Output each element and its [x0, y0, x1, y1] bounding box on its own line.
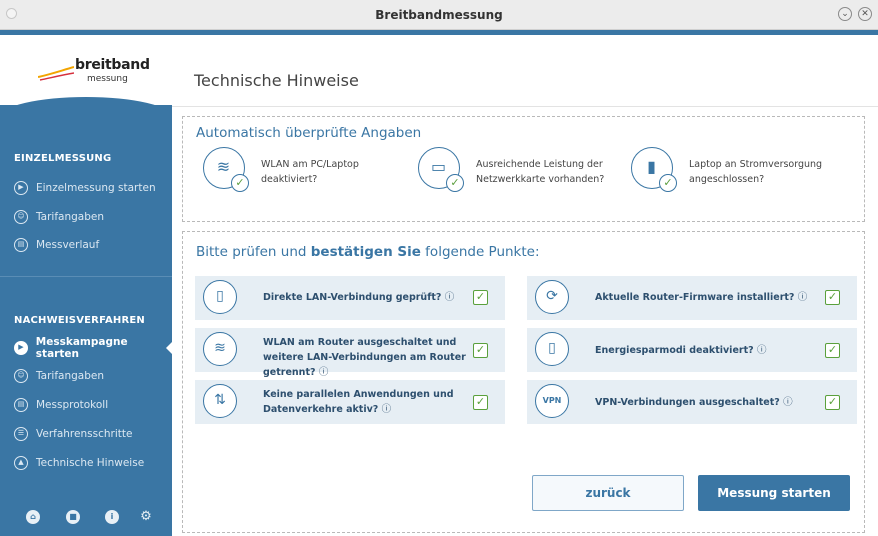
- title-bar: Breitbandmessung ⌄ ✕: [0, 0, 878, 30]
- auto-item-wlan: ≋ ✓ WLAN am PC/Laptop deaktiviert?: [203, 147, 413, 197]
- info-icon[interactable]: ⓘ: [319, 367, 329, 378]
- user-tariff-icon: ☺: [14, 210, 28, 224]
- energy-icon: ▯: [535, 332, 569, 366]
- play-icon: ▶: [14, 341, 28, 355]
- title-divider: [172, 106, 878, 107]
- page-title: Technische Hinweise: [194, 71, 359, 90]
- nav-label: Verfahrensschritte: [36, 428, 133, 440]
- close-button[interactable]: ✕: [858, 7, 872, 21]
- check-row-parallel: ⇅ Keine parallelen Anwendungen und Daten…: [195, 380, 505, 424]
- start-measurement-button[interactable]: Messung starten: [698, 475, 850, 511]
- nav-label: Messprotokoll: [36, 399, 109, 411]
- check-badge-icon: ✓: [446, 174, 464, 192]
- logo-swoosh-icon: [38, 66, 74, 81]
- info-icon[interactable]: ⓘ: [783, 397, 793, 408]
- check-row-lan: ▯ Direkte LAN-Verbindung geprüft? ⓘ ✓: [195, 276, 505, 320]
- logo-subname: messung: [87, 74, 128, 84]
- nav-label: Einzelmessung starten: [36, 182, 156, 194]
- auto-item-text: Laptop an Stromversorgung angeschlossen?: [689, 159, 823, 185]
- window-title: Breitbandmessung: [375, 8, 503, 22]
- check-row-router-wlan: ≋ WLAN am Router ausgeschaltet und weite…: [195, 328, 505, 378]
- home-icon[interactable]: ⌂: [26, 510, 40, 524]
- nav-einzelmessung-starten[interactable]: ▶ Einzelmessung starten: [14, 178, 156, 198]
- confirm-checkbox[interactable]: ✓: [473, 343, 488, 358]
- nav-label: Messverlauf: [36, 239, 100, 251]
- check-row-firmware: ⟳ Aktuelle Router-Firmware installiert? …: [527, 276, 857, 320]
- nav-label: Tarifangaben: [36, 370, 105, 382]
- confirm-heading: Bitte prüfen und bestätigen Sie folgende…: [196, 244, 540, 260]
- check-text: Direkte LAN-Verbindung geprüft? ⓘ: [263, 292, 455, 303]
- nav-label: Technische Hinweise: [36, 457, 145, 469]
- logo-name: breitband: [75, 57, 150, 73]
- nav-tarifangaben-1[interactable]: ☺ Tarifangaben: [14, 207, 104, 227]
- check-row-energy: ▯ Energiesparmodi deaktiviert? ⓘ ✓: [527, 328, 857, 372]
- warning-icon: ▲: [14, 456, 28, 470]
- nav-messprotokoll[interactable]: ▤ Messprotokoll: [14, 395, 108, 415]
- nav-technische-hinweise[interactable]: ▲ Technische Hinweise: [14, 453, 144, 473]
- nav-tarifangaben-2[interactable]: ☺ Tarifangaben: [14, 366, 104, 386]
- main-content: Technische Hinweise Automatisch überprüf…: [172, 35, 878, 536]
- nav-messkampagne-starten[interactable]: ▶ Messkampagne starten: [14, 336, 172, 360]
- steps-icon: ☰: [14, 427, 28, 441]
- confirm-checkbox[interactable]: ✓: [825, 343, 840, 358]
- check-badge-icon: ✓: [659, 174, 677, 192]
- auto-item-netzwerkkarte: ▭ ✓ Ausreichende Leistung der Netzwerkka…: [418, 147, 638, 197]
- folder-icon[interactable]: ■: [66, 510, 80, 524]
- nav-messverlauf[interactable]: ▤ Messverlauf: [14, 235, 99, 255]
- confirm-checkbox[interactable]: ✓: [473, 395, 488, 410]
- sidebar-divider: [0, 276, 172, 277]
- logo-area: breitband messung: [0, 35, 172, 105]
- confirm-checkbox[interactable]: ✓: [473, 290, 488, 305]
- nav-label: Tarifangaben: [36, 211, 105, 223]
- router-icon: ≋: [203, 332, 237, 366]
- check-text: WLAN am Router ausgeschaltet und weitere…: [263, 337, 466, 378]
- lan-cable-icon: ▯: [203, 280, 237, 314]
- app-window: Breitbandmessung ⌄ ✕ breitband messung E…: [0, 0, 878, 536]
- play-icon: ▶: [14, 181, 28, 195]
- check-row-vpn: VPN VPN-Verbindungen ausgeschaltet? ⓘ ✓: [527, 380, 857, 424]
- check-text: Aktuelle Router-Firmware installiert? ⓘ: [595, 292, 808, 303]
- protocol-icon: ▤: [14, 398, 28, 412]
- back-button[interactable]: zurück: [532, 475, 684, 511]
- check-text: Keine parallelen Anwendungen und Datenve…: [263, 389, 454, 415]
- sidebar: breitband messung EINZELMESSUNG ▶ Einzel…: [0, 35, 172, 536]
- info-icon[interactable]: ⓘ: [798, 292, 808, 303]
- info-icon[interactable]: ⓘ: [382, 404, 392, 415]
- nav-label: Messkampagne starten: [35, 336, 128, 360]
- minimize-button[interactable]: ⌄: [838, 7, 852, 21]
- auto-item-strom: ▮ ✓ Laptop an Stromversorgung angeschlos…: [631, 147, 851, 197]
- confirm-checkbox[interactable]: ✓: [825, 395, 840, 410]
- auto-item-text: Ausreichende Leistung der Netzwerkkarte …: [476, 159, 605, 185]
- check-text: VPN-Verbindungen ausgeschaltet? ⓘ: [595, 397, 793, 408]
- info-icon[interactable]: ⓘ: [445, 292, 455, 303]
- section-nachweisverfahren: NACHWEISVERFAHREN: [14, 315, 145, 326]
- check-badge-icon: ✓: [231, 174, 249, 192]
- nav-verfahrensschritte[interactable]: ☰ Verfahrensschritte: [14, 424, 132, 444]
- auto-check-panel: Automatisch überprüfte Angaben ≋ ✓ WLAN …: [182, 116, 865, 222]
- info-icon[interactable]: i: [105, 510, 119, 524]
- user-tariff-icon: ☺: [14, 369, 28, 383]
- info-icon[interactable]: ⓘ: [757, 345, 767, 356]
- confirm-checkbox[interactable]: ✓: [825, 290, 840, 305]
- sidebar-footer: ⌂ ■ i ⚙: [0, 510, 172, 536]
- section-einzelmessung: EINZELMESSUNG: [14, 153, 112, 164]
- refresh-icon: ⟳: [535, 280, 569, 314]
- settings-icon[interactable]: ⚙: [139, 510, 153, 524]
- auto-check-heading: Automatisch überprüfte Angaben: [196, 125, 422, 141]
- parallel-arrows-icon: ⇅: [203, 384, 237, 418]
- vpn-shield-icon: VPN: [535, 384, 569, 418]
- auto-item-text: WLAN am PC/Laptop deaktiviert?: [261, 159, 359, 185]
- history-icon: ▤: [14, 238, 28, 252]
- check-text: Energiesparmodi deaktiviert? ⓘ: [595, 345, 767, 356]
